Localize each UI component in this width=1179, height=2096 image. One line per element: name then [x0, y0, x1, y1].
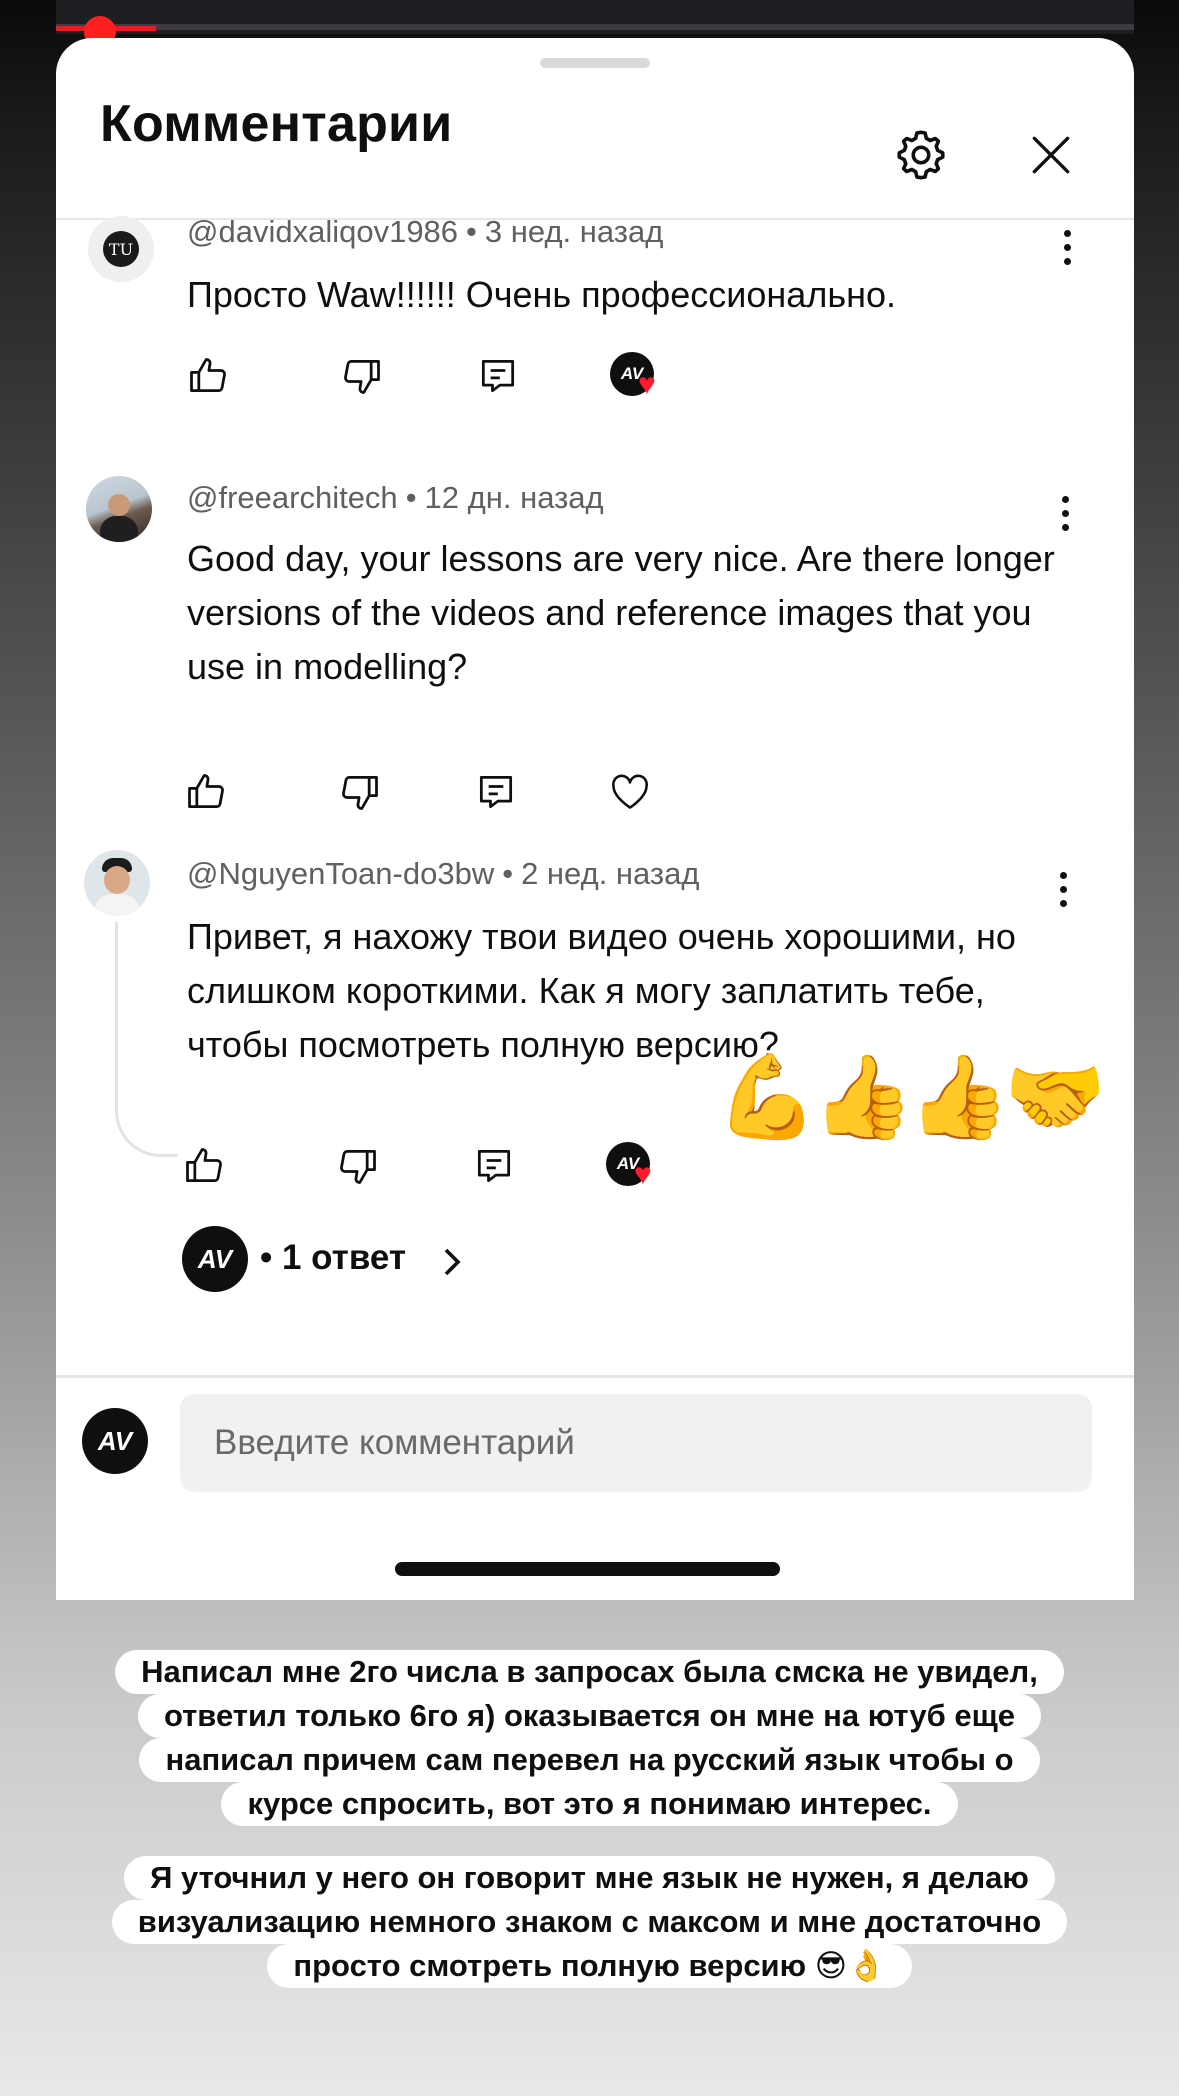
like-icon[interactable]	[182, 1144, 226, 1188]
caption-line: Написал мне 2го числа в запросах была см…	[115, 1650, 1064, 1694]
comments-sheet: Комментарии TU @davidxaliqov1986 • 3 нед. …	[56, 38, 1134, 1600]
comment-text: Просто Waw!!!!!! Очень профессионально.	[187, 274, 896, 315]
more-options-icon[interactable]	[1060, 496, 1070, 536]
comment-meta: @davidxaliqov1986 • 3 нед. назад	[187, 214, 664, 249]
comment-time: 3 нед. назад	[484, 214, 664, 249]
reply-icon[interactable]	[472, 1144, 516, 1188]
settings-gear-icon[interactable]	[892, 126, 950, 184]
comment-author[interactable]: @freearchitech	[187, 480, 398, 515]
caption-line: Я уточнил у него он говорит мне язык не …	[124, 1856, 1055, 1900]
creator-heart-badge: AV ♥	[610, 352, 666, 408]
heart-outline-icon[interactable]	[608, 770, 652, 814]
reply-icon[interactable]	[476, 354, 520, 398]
avatar[interactable]	[84, 850, 150, 916]
page-title: Комментарии	[100, 95, 453, 153]
avatar-logo: TU	[103, 231, 139, 267]
like-icon[interactable]	[184, 770, 228, 814]
caption-line: написал причем сам перевел на русский яз…	[139, 1738, 1040, 1782]
creator-avatar: AV	[182, 1226, 248, 1292]
user-avatar: AV	[82, 1408, 148, 1474]
input-divider	[56, 1375, 1134, 1378]
thread-connector	[115, 922, 178, 1157]
close-icon[interactable]	[1026, 130, 1076, 180]
comment-input[interactable]	[180, 1394, 1092, 1492]
comment-text: Привет, я нахожу твои видео очень хороши…	[187, 916, 1016, 1065]
story-caption-1: Написал мне 2го числа в запросах была см…	[0, 1650, 1179, 1826]
home-indicator[interactable]	[395, 1562, 780, 1576]
caption-line: ответил только 6го я) оказывается он мне…	[137, 1694, 1042, 1738]
more-options-icon[interactable]	[1062, 230, 1072, 270]
comment-meta: @freearchitech • 12 дн. назад	[187, 480, 604, 515]
dislike-icon[interactable]	[336, 1144, 380, 1188]
avatar[interactable]	[86, 476, 152, 542]
drag-handle[interactable]	[540, 58, 650, 68]
caption-line: просто смотреть полную версию 😎👌	[267, 1944, 912, 1988]
caption-line: курсе спросить, вот это я понимаю интере…	[221, 1782, 958, 1826]
dislike-icon[interactable]	[338, 770, 382, 814]
comment-time: 2 нед. назад	[521, 856, 700, 891]
background-app-strip	[56, 0, 1134, 34]
heart-icon: ♥	[638, 368, 656, 401]
timeline-bar	[56, 24, 1134, 30]
reply-icon[interactable]	[474, 770, 518, 814]
dislike-icon[interactable]	[340, 354, 384, 398]
comment-text: Good day, your lessons are very nice. Ar…	[187, 538, 1055, 687]
more-options-icon[interactable]	[1058, 872, 1068, 912]
comment-author[interactable]: @NguyenToan-do3bw	[187, 856, 494, 891]
comment-time: 12 дн. назад	[424, 480, 604, 515]
replies-label: 1 ответ	[281, 1238, 407, 1277]
chevron-right-icon	[444, 1248, 461, 1276]
comment-meta: @NguyenToan-do3bw • 2 нед. назад	[187, 856, 700, 891]
like-icon[interactable]	[186, 354, 230, 398]
caption-line: визуализацию немного знаком с максом и м…	[111, 1900, 1068, 1944]
comment-author[interactable]: @davidxaliqov1986	[187, 214, 458, 249]
heart-icon: ♥	[634, 1158, 652, 1191]
avatar[interactable]: TU	[88, 216, 154, 282]
creator-heart-badge: AV ♥	[606, 1142, 662, 1198]
story-caption-2: Я уточнил у него он говорит мне язык не …	[0, 1856, 1179, 1988]
sticker-emoji: 💪👍👍🤝	[716, 1050, 1106, 1145]
replies-count: • 1 ответ	[260, 1238, 407, 1277]
